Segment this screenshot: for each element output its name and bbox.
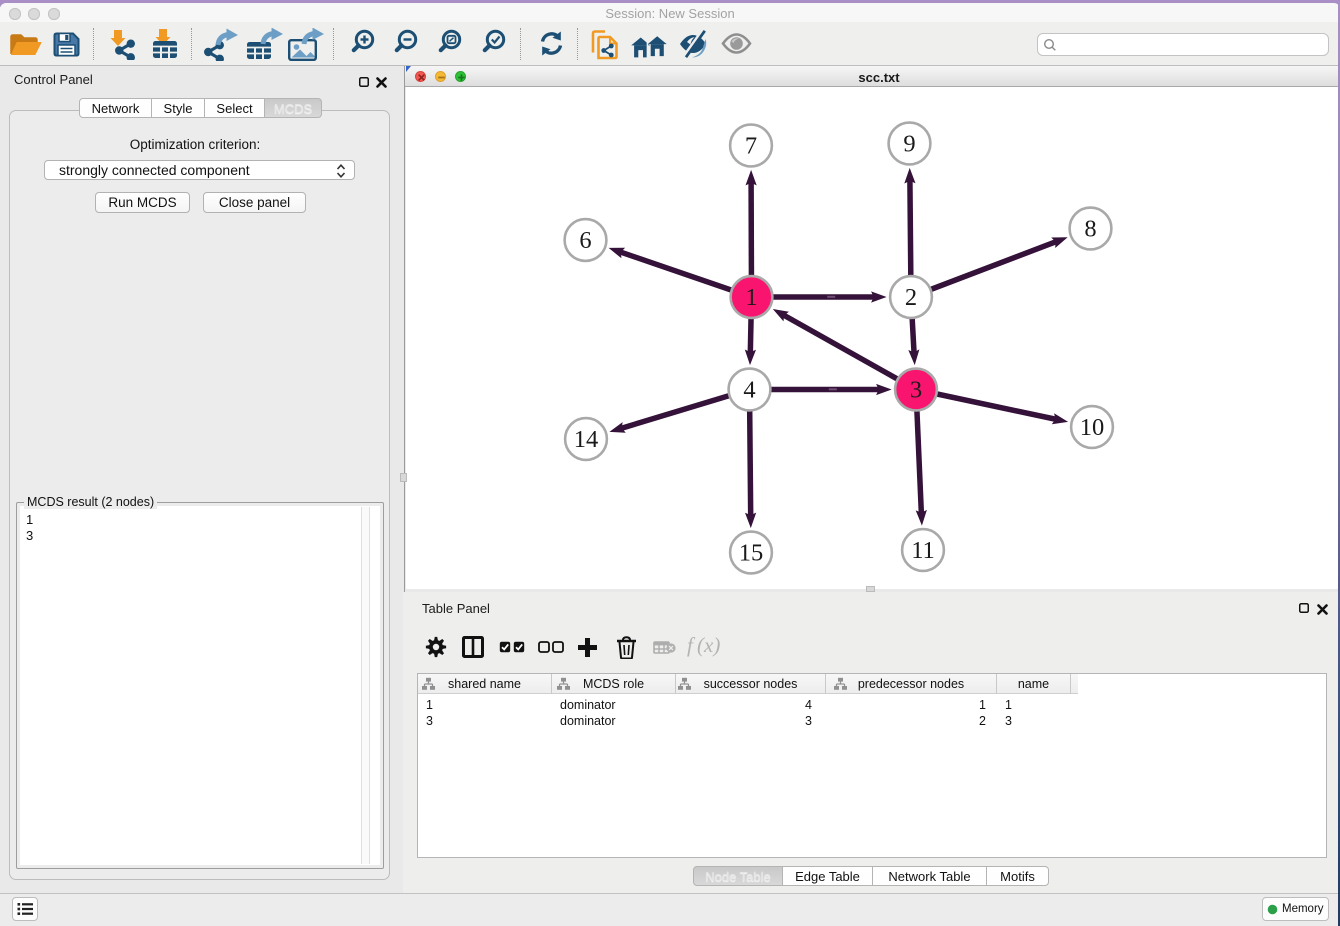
svg-text:3: 3: [910, 377, 922, 404]
svg-text:1: 1: [745, 284, 757, 311]
svg-text:7: 7: [745, 133, 757, 160]
svg-text:6: 6: [579, 227, 591, 254]
svg-text:15: 15: [739, 540, 764, 567]
svg-text:11: 11: [911, 537, 935, 564]
svg-text:9: 9: [903, 131, 915, 158]
svg-text:2: 2: [905, 284, 917, 311]
svg-text:10: 10: [1080, 414, 1105, 441]
svg-text:4: 4: [743, 377, 755, 404]
svg-text:8: 8: [1084, 216, 1096, 243]
svg-text:14: 14: [574, 426, 599, 453]
